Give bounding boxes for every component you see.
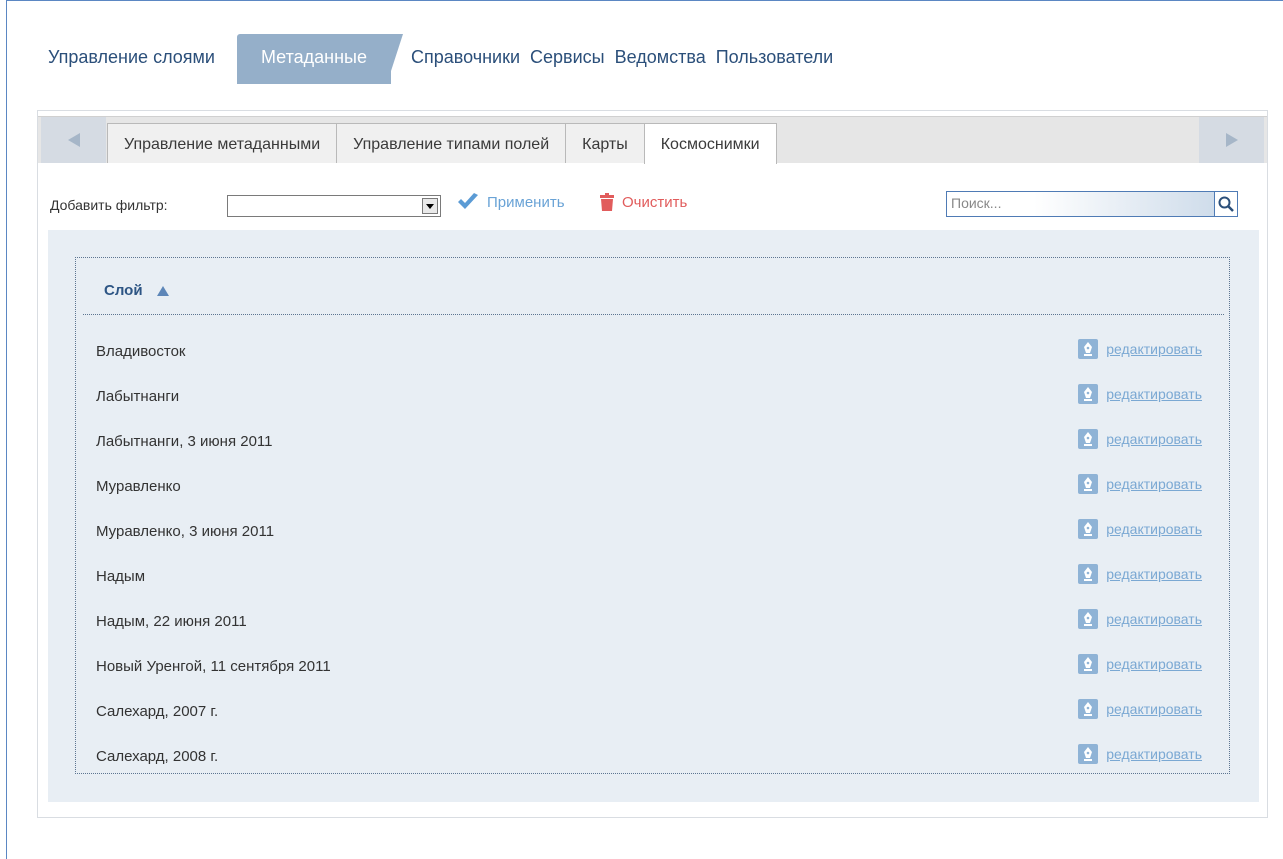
layer-name: Надым (96, 568, 146, 585)
filter-label: Добавить фильтр: (50, 197, 168, 213)
edit-link[interactable]: редактировать (1106, 341, 1202, 357)
tab-maps[interactable]: Карты (565, 123, 645, 163)
tab-satellite-images[interactable]: Космоснимки (643, 123, 777, 164)
layer-name: Надым, 22 июня 2011 (96, 613, 247, 630)
filter-select[interactable] (227, 195, 441, 217)
apply-button[interactable]: Применить (457, 193, 565, 211)
nav-item-layers[interactable]: Управление слоями (48, 34, 215, 68)
edit-action[interactable]: редактировать (1078, 519, 1202, 539)
trash-icon (600, 193, 614, 211)
pen-icon[interactable] (1078, 699, 1099, 719)
edit-link[interactable]: редактировать (1106, 386, 1202, 402)
edit-link[interactable]: редактировать (1106, 431, 1202, 447)
layers-grid: Слой Владивосток редактировать Лабытнанг… (75, 257, 1230, 774)
table-row: Муравленко, 3 июня 2011 редактировать (76, 509, 1229, 554)
pen-icon[interactable] (1078, 744, 1099, 764)
edit-action[interactable]: редактировать (1078, 609, 1202, 629)
layer-name: Муравленко, 3 июня 2011 (96, 523, 275, 540)
layer-name: Муравленко (96, 478, 181, 495)
grid-header: Слой (76, 258, 1229, 315)
pen-icon[interactable] (1078, 429, 1099, 449)
layer-name: Владивосток (96, 343, 186, 360)
metadata-panel: Управление метаданными Управление типами… (37, 110, 1268, 818)
table-row: Салехард, 2008 г. редактировать (76, 734, 1229, 779)
filter-row: Добавить фильтр: Применить Очистить (50, 181, 1256, 217)
layer-name: Лабытнанги, 3 июня 2011 (96, 433, 273, 450)
edit-link[interactable]: редактировать (1106, 521, 1202, 537)
column-header-label: Слой (104, 282, 143, 299)
edit-action[interactable]: редактировать (1078, 429, 1202, 449)
main-nav: Управление слоями Метаданные Справочники… (48, 34, 843, 84)
triangle-right-icon (1225, 133, 1238, 147)
apply-label: Применить (487, 193, 565, 211)
edit-action[interactable]: редактировать (1078, 474, 1202, 494)
grid-rows: Владивосток редактировать Лабытнанги ред… (76, 329, 1229, 779)
layer-name: Новый Уренгой, 11 сентября 2011 (96, 658, 331, 675)
search-box (946, 191, 1238, 217)
edit-action[interactable]: редактировать (1078, 339, 1202, 359)
edit-action[interactable]: редактировать (1078, 384, 1202, 404)
layer-name: Салехард, 2008 г. (96, 748, 219, 765)
clear-label: Очистить (622, 193, 688, 211)
pen-icon[interactable] (1078, 654, 1099, 674)
pen-icon[interactable] (1078, 519, 1099, 539)
search-input[interactable] (947, 192, 1207, 214)
edit-link[interactable]: редактировать (1106, 656, 1202, 672)
window-frame-left (6, 0, 7, 859)
subtabs: Управление метаданными Управление типами… (107, 123, 777, 164)
window-frame-top (6, 0, 1283, 1)
column-header-layer[interactable]: Слой (104, 282, 169, 299)
edit-link[interactable]: редактировать (1106, 566, 1202, 582)
nav-item-directories[interactable]: Справочники (411, 34, 520, 68)
edit-link[interactable]: редактировать (1106, 611, 1202, 627)
content-area: Слой Владивосток редактировать Лабытнанг… (48, 230, 1259, 802)
layer-name: Салехард, 2007 г. (96, 703, 219, 720)
sort-ascending-icon (156, 285, 169, 296)
subtabs-bar: Управление метаданными Управление типами… (38, 116, 1267, 164)
nav-item-metadata[interactable]: Метаданные (236, 34, 404, 84)
edit-link[interactable]: редактировать (1106, 746, 1202, 762)
layer-name: Лабытнанги (96, 388, 180, 405)
scroll-right-button[interactable] (1199, 117, 1264, 163)
table-row: Надым, 22 июня 2011 редактировать (76, 599, 1229, 644)
pen-icon[interactable] (1078, 474, 1099, 494)
edit-link[interactable]: редактировать (1106, 701, 1202, 717)
pen-icon[interactable] (1078, 564, 1099, 584)
edit-action[interactable]: редактировать (1078, 654, 1202, 674)
check-icon (458, 193, 478, 209)
pen-icon[interactable] (1078, 609, 1099, 629)
clear-button[interactable]: Очистить (600, 193, 687, 211)
nav-item-users[interactable]: Пользователи (716, 34, 833, 68)
edit-action[interactable]: редактировать (1078, 744, 1202, 764)
edit-action[interactable]: редактировать (1078, 699, 1202, 719)
scroll-left-button[interactable] (41, 117, 106, 163)
table-row: Муравленко редактировать (76, 464, 1229, 509)
tab-field-types[interactable]: Управление типами полей (336, 123, 567, 163)
table-row: Новый Уренгой, 11 сентября 2011 редактир… (76, 644, 1229, 689)
table-row: Салехард, 2007 г. редактировать (76, 689, 1229, 734)
table-row: Надым редактировать (76, 554, 1229, 599)
table-row: Лабытнанги редактировать (76, 374, 1229, 419)
nav-item-services[interactable]: Сервисы (530, 34, 605, 68)
pen-icon[interactable] (1078, 384, 1099, 404)
search-button[interactable] (1214, 191, 1238, 217)
table-row: Лабытнанги, 3 июня 2011 редактировать (76, 419, 1229, 464)
tab-metadata-management[interactable]: Управление метаданными (107, 123, 338, 163)
dropdown-arrow-icon[interactable] (422, 198, 438, 214)
search-icon (1218, 196, 1234, 212)
edit-link[interactable]: редактировать (1106, 476, 1202, 492)
header-divider (83, 314, 1224, 315)
edit-action[interactable]: редактировать (1078, 564, 1202, 584)
triangle-left-icon (67, 133, 80, 147)
pen-icon[interactable] (1078, 339, 1099, 359)
table-row: Владивосток редактировать (76, 329, 1229, 374)
nav-item-departments[interactable]: Ведомства (615, 34, 706, 68)
